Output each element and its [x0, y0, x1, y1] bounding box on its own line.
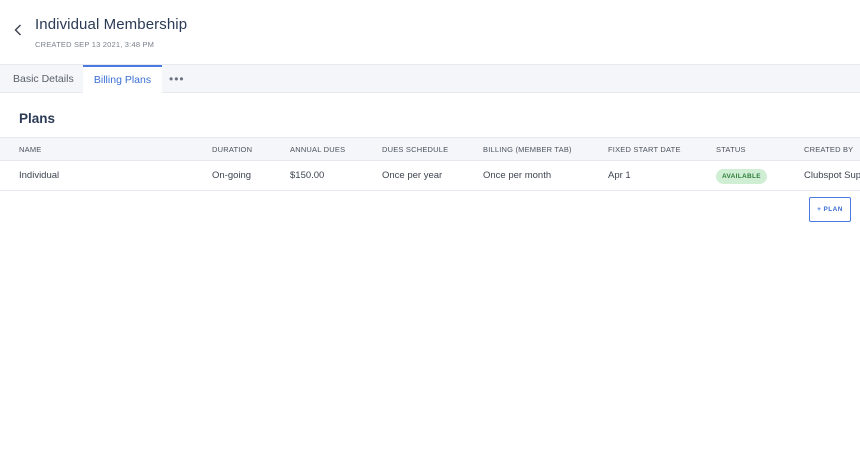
column-header-dues-schedule[interactable]: DUES SCHEDULE [382, 138, 448, 161]
plans-table: NAME DURATION ANNUAL DUES DUES SCHEDULE … [0, 137, 860, 191]
back-button[interactable] [11, 22, 25, 38]
table-header: NAME DURATION ANNUAL DUES DUES SCHEDULE … [0, 137, 860, 161]
cell-duration: On-going [212, 170, 252, 181]
column-header-created-by[interactable]: CREATED BY [804, 138, 860, 161]
column-header-status[interactable]: STATUS [716, 138, 746, 161]
status-badge: AVAILABLE [716, 169, 767, 184]
column-header-duration[interactable]: DURATION [212, 138, 252, 161]
more-tabs-icon[interactable]: ••• [169, 65, 185, 93]
cell-status: AVAILABLE [716, 161, 767, 190]
cell-dues-schedule: Once per year [382, 170, 443, 181]
column-header-name[interactable]: NAME [19, 138, 41, 161]
tab-billing-plans[interactable]: Billing Plans [83, 65, 162, 93]
cell-name[interactable]: Individual [19, 161, 59, 190]
created-timestamp: CREATED SEP 13 2021, 3:48 PM [35, 40, 155, 49]
page-title: Individual Membership [35, 16, 188, 33]
column-header-annual-dues[interactable]: ANNUAL DUES [290, 138, 345, 161]
tab-bar: Basic Details Billing Plans ••• [0, 65, 860, 93]
cell-annual-dues: $150.00 [290, 170, 325, 181]
table-row[interactable]: Individual On-going $150.00 Once per yea… [0, 161, 860, 191]
page-header: Individual Membership CREATED SEP 13 202… [0, 0, 860, 65]
add-plan-button[interactable]: + PLAN [809, 197, 851, 222]
column-header-billing[interactable]: BILLING (MEMBER TAB) [483, 138, 572, 161]
chevron-left-icon [14, 24, 21, 36]
tab-basic-details[interactable]: Basic Details [13, 65, 74, 93]
column-header-fixed-start-date[interactable]: FIXED START DATE [608, 138, 681, 161]
cell-billing: Once per month [483, 170, 552, 181]
section-title: Plans [19, 111, 56, 126]
cell-fixed-start-date: Apr 1 [608, 170, 631, 181]
cell-created-by: Clubspot Sup [804, 170, 860, 181]
